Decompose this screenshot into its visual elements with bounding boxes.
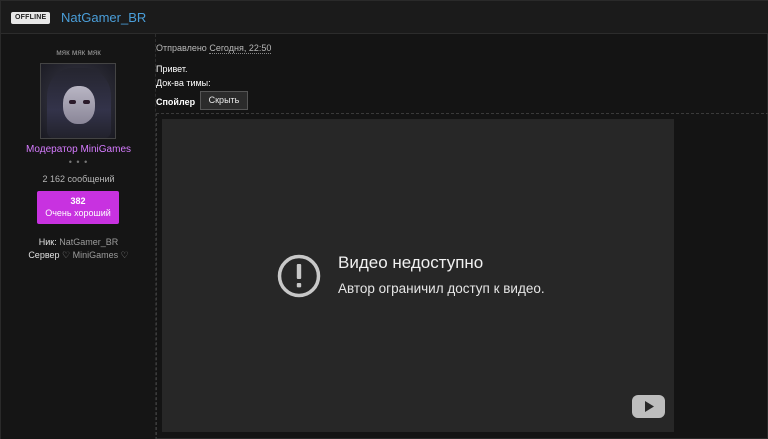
posted-date[interactable]: Сегодня, 22:50 xyxy=(209,43,272,54)
username-link[interactable]: NatGamer_BR xyxy=(61,10,146,26)
spoiler-hide-button[interactable]: Скрыть xyxy=(200,91,248,110)
post-text-line: Док-ва тимы: xyxy=(156,78,211,88)
user-sidebar: мяк мяк мяк Модератор MiniGames • • • 2 … xyxy=(1,34,156,439)
forum-post: OFFLINE NatGamer_BR мяк мяк мяк Модерато… xyxy=(0,0,768,439)
server-value: ♡ MiniGames ♡ xyxy=(62,250,129,260)
reputation-box[interactable]: 382 Очень хороший xyxy=(37,191,119,224)
reputation-value: 382 xyxy=(70,196,86,206)
video-player[interactable]: Видео недоступно Автор ограничил доступ … xyxy=(162,119,674,432)
message-count: 2 162 сообщений xyxy=(42,174,115,184)
spoiler-label: Спойлер xyxy=(156,97,196,107)
youtube-icon[interactable] xyxy=(632,395,665,418)
status-badge: OFFLINE xyxy=(11,12,51,24)
nick-field: Ник: NatGamer_BR xyxy=(1,237,156,247)
user-role: Модератор MiniGames xyxy=(25,144,132,155)
avatar-face xyxy=(63,86,95,124)
nick-value: NatGamer_BR xyxy=(59,237,119,247)
avatar[interactable] xyxy=(40,63,116,139)
posted-prefix: Отправлено xyxy=(156,43,207,53)
video-unavailable-subtitle: Автор ограничил доступ к видео. xyxy=(338,281,545,296)
post-content: Отправлено Сегодня, 22:50 Привет. Док-ва… xyxy=(156,34,768,439)
avatar-eye xyxy=(69,100,76,104)
post-header: OFFLINE NatGamer_BR xyxy=(1,1,768,34)
video-unavailable-title: Видео недоступно xyxy=(338,253,484,272)
rank-dots: • • • xyxy=(68,157,89,167)
spoiler-body: Видео недоступно Автор ограничил доступ … xyxy=(156,113,768,439)
reputation-label: Очень хороший xyxy=(45,208,111,218)
user-title: мяк мяк мяк xyxy=(56,48,101,57)
nick-key: Ник: xyxy=(38,237,57,247)
server-field: Сервер ♡ MiniGames ♡ xyxy=(1,250,156,261)
post-timestamp: Отправлено Сегодня, 22:50 xyxy=(156,43,272,54)
alert-circle-icon xyxy=(277,254,321,298)
server-key: Сервер xyxy=(28,250,60,260)
post-text-line: Привет. xyxy=(156,64,188,74)
avatar-eye xyxy=(83,100,90,104)
